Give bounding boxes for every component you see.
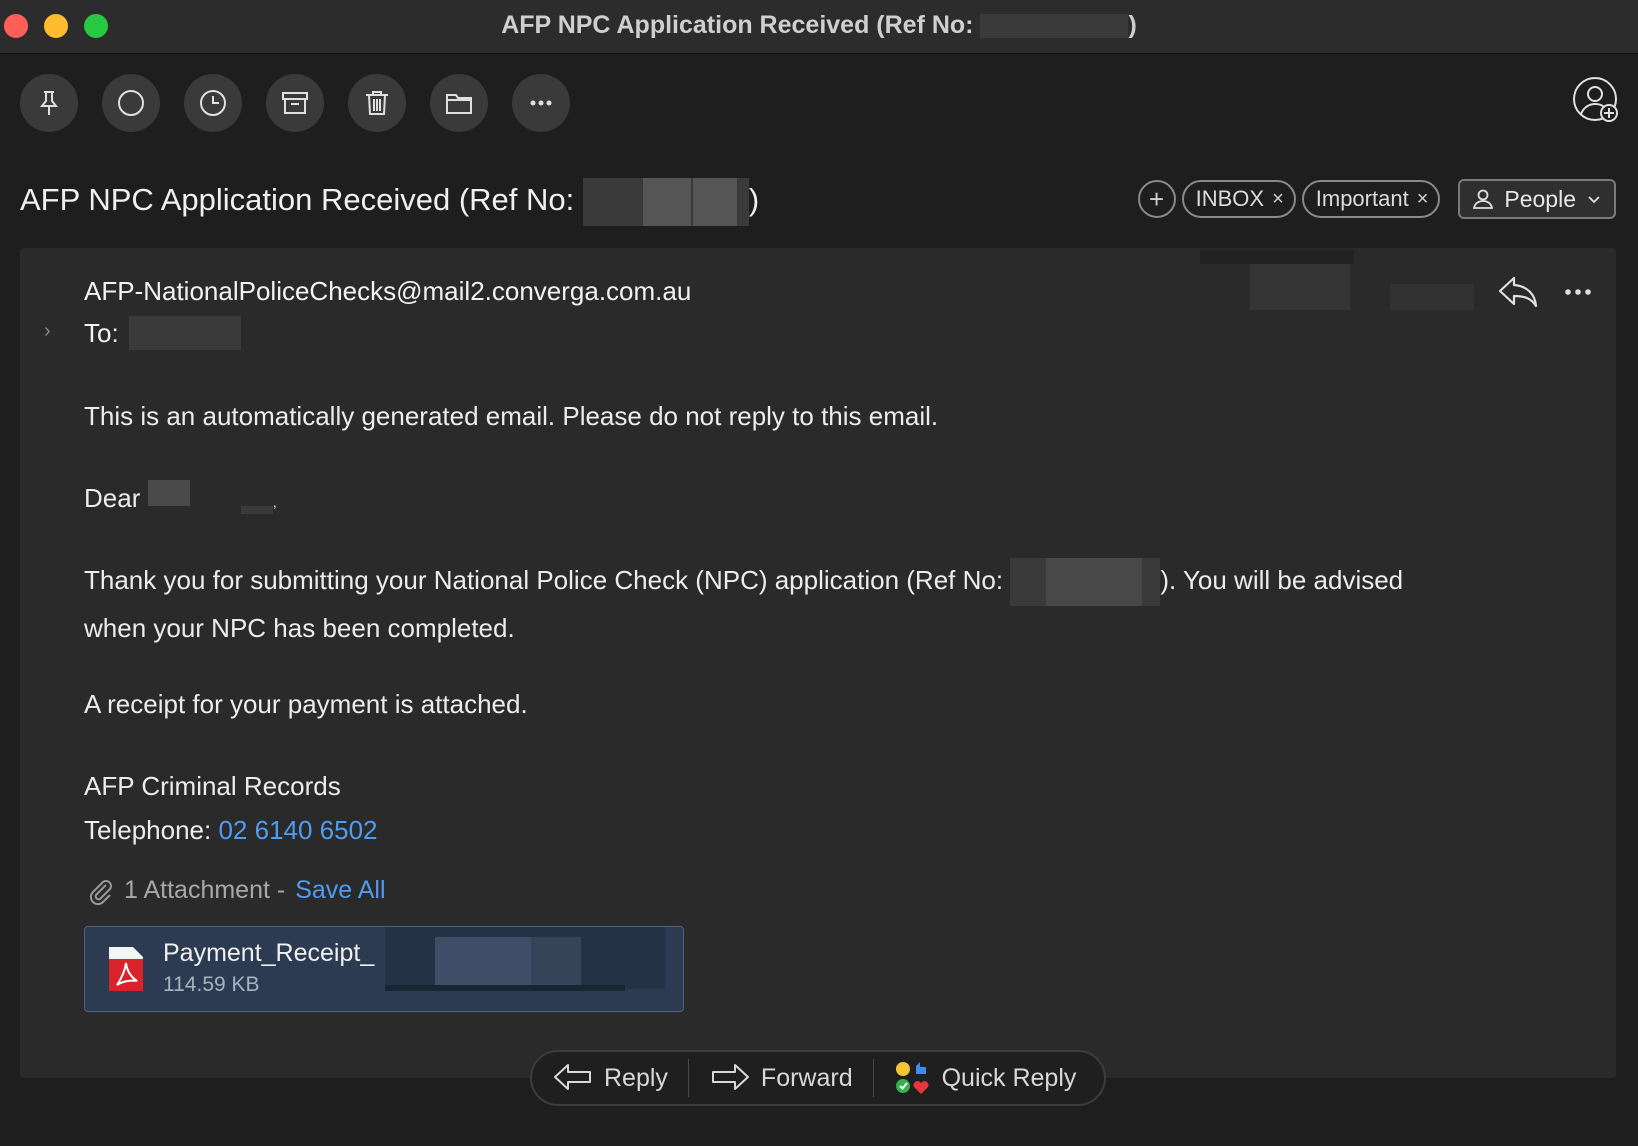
trash-icon xyxy=(366,91,388,115)
attachment-item[interactable]: Payment_Receipt_ 114.59 KB xyxy=(84,926,684,1012)
move-to-folder-button[interactable] xyxy=(430,74,488,132)
reply-button[interactable]: Reply xyxy=(532,1052,688,1104)
subject-suffix: ) xyxy=(748,182,760,218)
chevron-down-icon xyxy=(1588,196,1600,204)
telephone-link[interactable]: 02 6140 6502 xyxy=(218,815,377,845)
tag-inbox[interactable]: INBOX × xyxy=(1181,180,1296,218)
subject-prefix: AFP NPC Application Received (Ref No: xyxy=(20,182,575,218)
redacted-recipient xyxy=(128,316,241,350)
message-actions-bar: Reply Forward Quick Reply xyxy=(530,1050,1106,1106)
redacted-date xyxy=(1250,264,1350,310)
greeting-line: Dear , xyxy=(84,476,277,524)
mark-unread-button[interactable] xyxy=(102,74,160,132)
redacted-date xyxy=(1200,250,1354,264)
remove-tag-icon[interactable]: × xyxy=(1417,188,1429,211)
person-icon xyxy=(1473,189,1494,209)
signature-name: AFP Criminal Records xyxy=(84,771,341,801)
more-actions-button[interactable] xyxy=(512,74,570,132)
attachment-count: 1 Attachment - xyxy=(124,876,286,904)
remove-tag-icon[interactable]: × xyxy=(1272,188,1284,211)
pin-icon xyxy=(39,91,59,115)
redacted-filename xyxy=(435,937,531,987)
tag-label: INBOX xyxy=(1195,186,1265,211)
sender-address[interactable]: AFP-NationalPoliceChecks@mail2.converga.… xyxy=(84,276,691,307)
circle-icon xyxy=(118,90,144,116)
tag-label: Important xyxy=(1315,186,1409,211)
attachment-filename: Payment_Receipt_ xyxy=(163,939,375,967)
redacted-ref-number xyxy=(980,14,1129,39)
reply-label: Reply xyxy=(604,1063,668,1092)
paragraph-text: Thank you for submitting your National P… xyxy=(84,565,1004,595)
telephone-label: Telephone: xyxy=(84,815,212,845)
body-paragraph: Thank you for submitting your National P… xyxy=(84,558,1403,650)
pdf-file-icon xyxy=(109,947,143,991)
greeting-comma: , xyxy=(272,494,277,510)
tag-bar: + INBOX × Important × People xyxy=(1137,178,1616,220)
toolbar xyxy=(0,54,1638,154)
redacted-name xyxy=(147,480,190,506)
redacted-filename xyxy=(531,937,581,987)
forward-label: Forward xyxy=(760,1063,853,1092)
attachment-size: 114.59 KB xyxy=(163,973,260,996)
redacted-time xyxy=(1390,284,1474,310)
recipient-line: To: xyxy=(84,316,241,350)
chevron-right-icon[interactable]: › xyxy=(44,320,51,343)
paperclip-icon xyxy=(89,879,112,905)
redacted-subject-ref xyxy=(582,178,749,226)
redacted-ref-number xyxy=(1010,558,1161,607)
quick-reply-label: Quick Reply xyxy=(941,1063,1077,1092)
greeting: Dear xyxy=(84,483,141,513)
ellipsis-icon xyxy=(530,100,552,106)
to-label: To: xyxy=(84,317,119,348)
archive-icon xyxy=(282,92,308,114)
window-title: AFP NPC Application Received (Ref No: ) xyxy=(0,11,1638,40)
clock-icon xyxy=(200,90,226,116)
message-card: AFP-NationalPoliceChecks@mail2.converga.… xyxy=(20,248,1616,1078)
title-bar: AFP NPC Application Received (Ref No: ) xyxy=(0,0,1638,54)
window-title-prefix: AFP NPC Application Received (Ref No: xyxy=(501,11,974,39)
redacted-name xyxy=(240,506,273,514)
paragraph-text: ). You will be advised xyxy=(1160,565,1404,595)
tag-important[interactable]: Important × xyxy=(1301,180,1441,218)
forward-button[interactable]: Forward xyxy=(689,1052,873,1104)
pin-button[interactable] xyxy=(20,74,78,132)
message-subject: AFP NPC Application Received (Ref No: ) xyxy=(20,178,759,226)
paragraph-text: when your NPC has been completed. xyxy=(84,613,515,644)
reply-icon xyxy=(554,1064,591,1090)
redacted-filename xyxy=(385,985,625,991)
save-all-link[interactable]: Save All xyxy=(295,876,385,905)
snooze-button[interactable] xyxy=(184,74,242,132)
body-paragraph: A receipt for your payment is attached. xyxy=(84,689,528,719)
body-paragraph: This is an automatically generated email… xyxy=(84,401,939,431)
people-dropdown[interactable]: People xyxy=(1458,179,1616,219)
attachment-summary: 1 Attachment - Save All xyxy=(86,876,386,905)
forward-icon xyxy=(711,1064,749,1090)
reply-icon[interactable] xyxy=(1496,274,1540,310)
window-title-suffix: ) xyxy=(1128,11,1137,39)
signature: AFP Criminal Records Telephone: 02 6140 … xyxy=(84,764,378,852)
archive-button[interactable] xyxy=(266,74,324,132)
plus-icon: + xyxy=(1149,183,1165,214)
folder-icon xyxy=(446,94,472,114)
quick-reply-button[interactable]: Quick Reply xyxy=(874,1052,1097,1104)
delete-button[interactable] xyxy=(348,74,406,132)
quick-reply-emoji-icon xyxy=(895,1062,929,1094)
people-label: People xyxy=(1504,185,1576,212)
add-person-icon[interactable] xyxy=(1572,76,1622,126)
ellipsis-icon[interactable] xyxy=(1560,274,1596,310)
add-tag-button[interactable]: + xyxy=(1137,180,1176,218)
